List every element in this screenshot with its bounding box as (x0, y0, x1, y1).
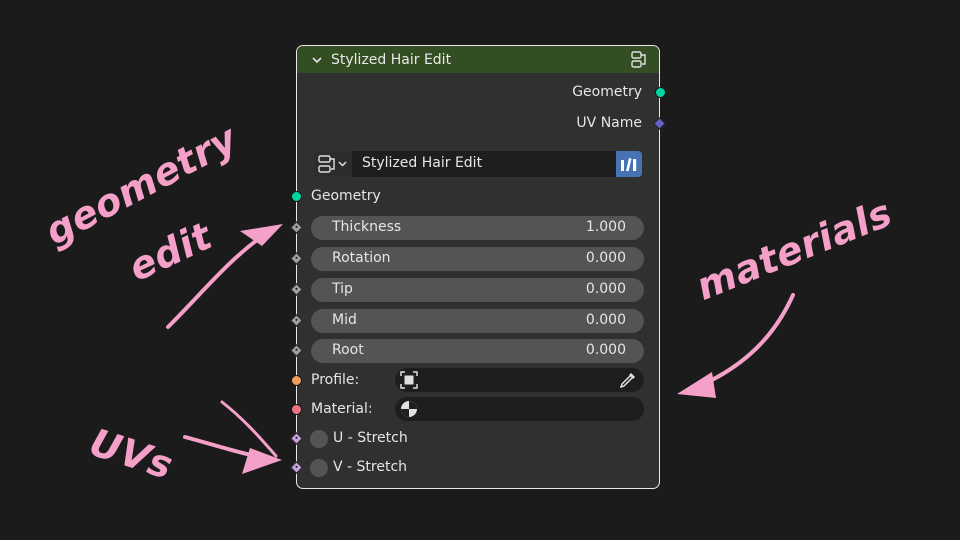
annotation-materials: materials (690, 190, 899, 309)
thickness-socket[interactable] (290, 221, 303, 234)
material-socket[interactable] (290, 404, 302, 415)
tip-value: 0.000 (585, 281, 626, 297)
root-label: Root (332, 342, 364, 358)
v-stretch-checkbox[interactable] (310, 459, 328, 477)
node-tree-icon (318, 155, 347, 173)
root-field[interactable]: Root 0.000 (311, 339, 644, 363)
output-geometry-label: Geometry (572, 84, 642, 100)
eyedropper-icon[interactable] (618, 370, 638, 390)
node-group-icon[interactable] (629, 50, 649, 70)
chevron-down-icon (312, 56, 322, 63)
thickness-label: Thickness (332, 219, 402, 235)
mid-value: 0.000 (585, 312, 626, 328)
mid-label: Mid (332, 312, 357, 328)
object-icon (400, 371, 418, 389)
u-stretch-checkbox[interactable] (310, 430, 328, 448)
node-group-name: Stylized Hair Edit (362, 155, 483, 171)
uvs-arrow (183, 435, 270, 460)
profile-label: Profile: (311, 372, 360, 388)
stylized-hair-edit-node[interactable]: Stylized Hair Edit Geometry UV Name Styl… (290, 45, 666, 489)
profile-socket[interactable] (290, 375, 302, 386)
root-value: 0.000 (585, 342, 626, 358)
node-group-selector[interactable]: Stylized Hair Edit (314, 151, 642, 177)
annotation-edit: edit (122, 213, 219, 290)
u-stretch-socket[interactable] (290, 432, 303, 445)
fake-user-button[interactable] (616, 151, 642, 177)
geometry-edit-arrowhead (240, 224, 283, 246)
rotation-label: Rotation (332, 250, 391, 266)
root-socket[interactable] (290, 344, 303, 357)
annotation-uvs: UVs (84, 420, 179, 488)
tip-socket[interactable] (290, 283, 303, 296)
materials-arrowhead (677, 372, 716, 398)
node-title: Stylized Hair Edit (331, 51, 452, 68)
material-icon (401, 401, 417, 417)
input-geometry-label: Geometry (311, 188, 381, 204)
material-label: Material: (311, 401, 373, 417)
fake-user-icon (621, 158, 637, 171)
rotation-value: 0.000 (585, 250, 626, 266)
node-group-name-field[interactable]: Stylized Hair Edit (352, 151, 618, 177)
input-geometry-socket[interactable] (290, 191, 302, 202)
output-geometry-socket[interactable] (654, 87, 666, 98)
mid-field[interactable]: Mid 0.000 (311, 309, 644, 333)
uvs-arrow-flick (220, 400, 278, 458)
browse-node-group-button[interactable] (314, 151, 352, 177)
v-stretch-socket[interactable] (290, 461, 303, 474)
profile-object-field[interactable] (395, 368, 644, 392)
tip-field[interactable]: Tip 0.000 (311, 278, 644, 302)
node-header[interactable]: Stylized Hair Edit (297, 46, 659, 73)
uvs-arrowhead (242, 448, 282, 474)
mid-socket[interactable] (290, 314, 303, 327)
thickness-field[interactable]: Thickness 1.000 (311, 216, 644, 240)
collapse-toggle[interactable] (310, 53, 324, 67)
rotation-socket[interactable] (290, 252, 303, 265)
rotation-field[interactable]: Rotation 0.000 (311, 247, 644, 271)
thickness-value: 1.000 (585, 219, 626, 235)
output-uv-name-socket[interactable] (653, 117, 666, 130)
u-stretch-label: U - Stretch (333, 430, 408, 446)
node-editor-canvas[interactable]: Stylized Hair Edit Geometry UV Name Styl… (0, 0, 960, 540)
materials-arrow (688, 293, 795, 392)
material-field[interactable] (395, 397, 644, 421)
output-uv-name-label: UV Name (576, 115, 642, 131)
tip-label: Tip (332, 281, 353, 297)
v-stretch-label: V - Stretch (333, 459, 408, 475)
annotation-geometry: geometry (38, 116, 245, 254)
